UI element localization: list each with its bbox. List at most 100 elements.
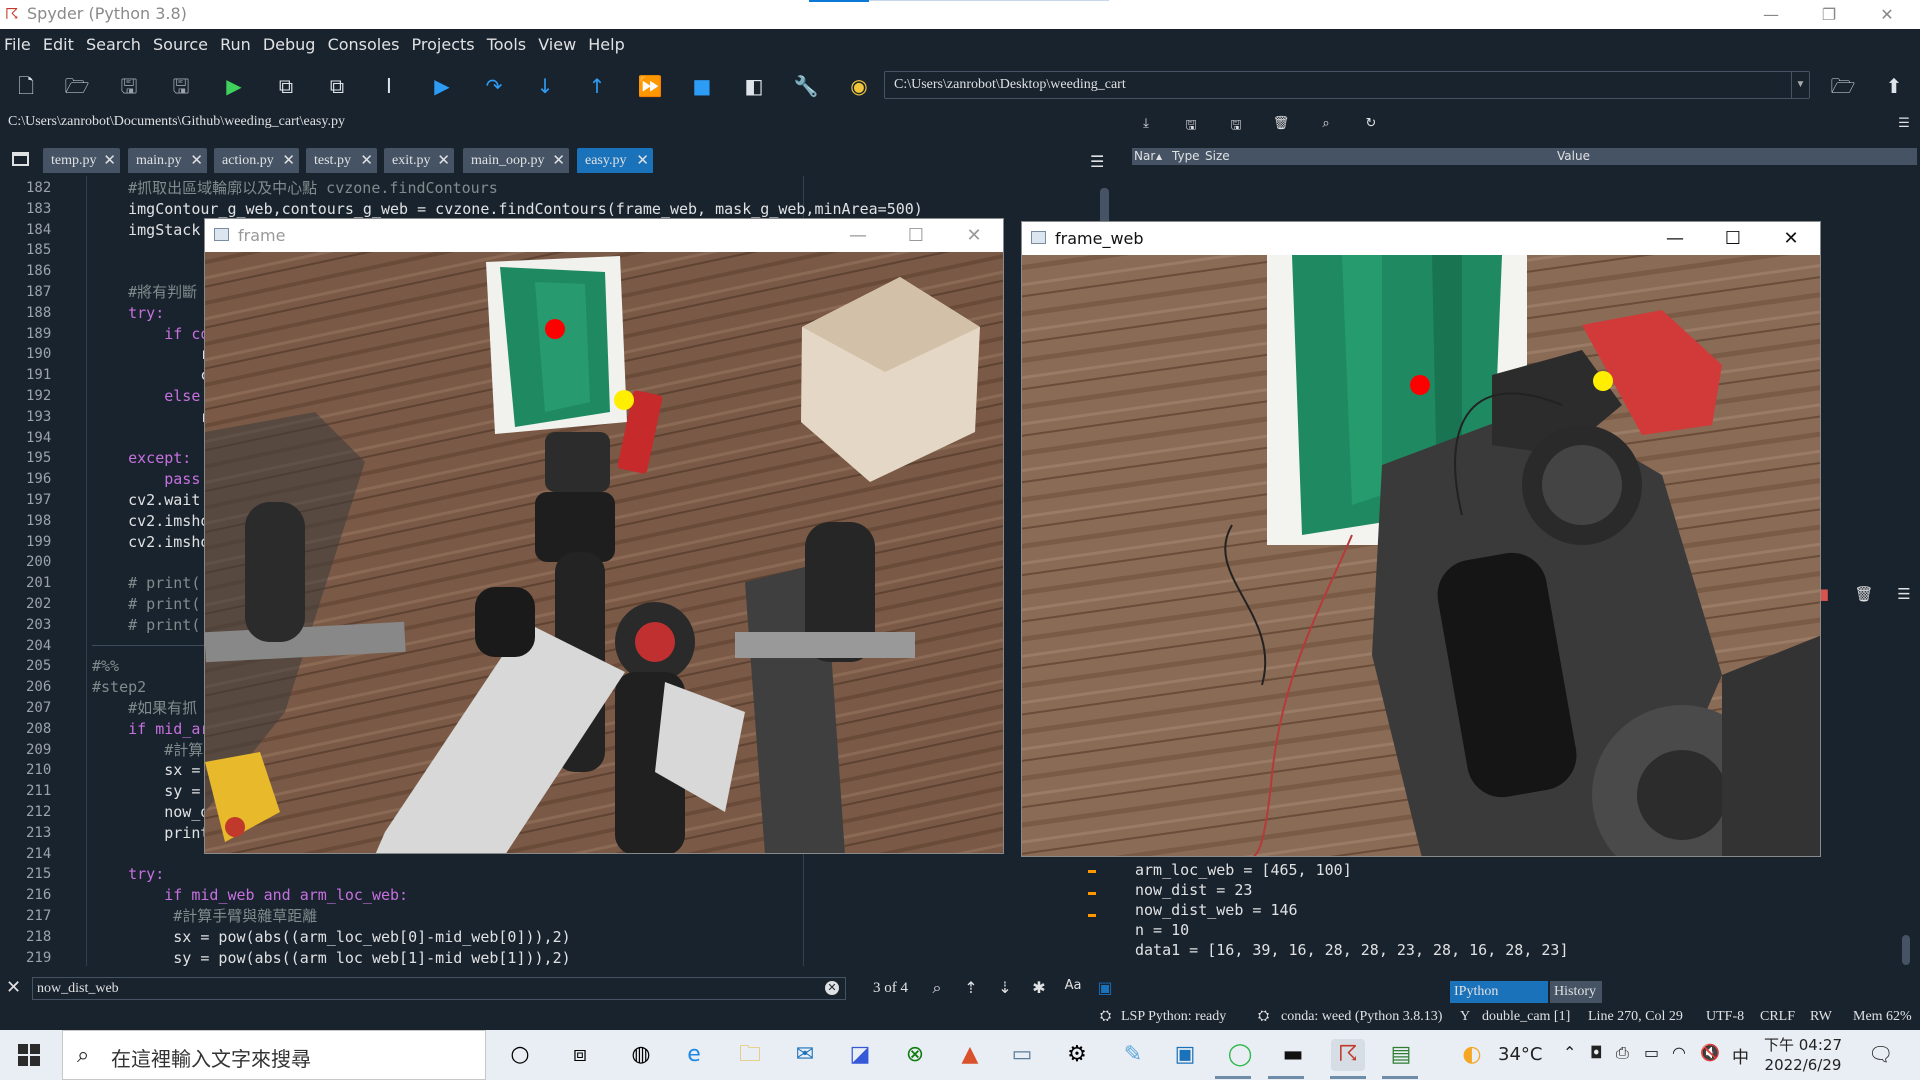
open-file-icon[interactable]: 🗁 — [63, 72, 91, 100]
app-window-icon[interactable]: ▣ — [1168, 1039, 1202, 1071]
scroll-thumb[interactable] — [1902, 935, 1910, 965]
case-sensitive-button[interactable]: Aa — [1062, 978, 1084, 1000]
matlab-icon[interactable]: ▲ — [953, 1039, 987, 1071]
find-input[interactable]: now_dist_web ✕ — [32, 977, 846, 1000]
taskbar-search-box[interactable]: ⌕ 在這裡輸入文字來搜尋 — [62, 1030, 486, 1080]
warning-marker[interactable] — [1088, 870, 1096, 873]
save-data-as-icon[interactable]: 🖫 — [1226, 116, 1246, 136]
debug-step-icon[interactable]: ↷ — [480, 72, 508, 100]
editor-options-menu-icon[interactable]: ☰ — [1090, 152, 1106, 171]
spyder-taskbar-icon[interactable]: ☈ — [1331, 1039, 1365, 1071]
menu-help[interactable]: Help — [584, 29, 627, 54]
warning-marker[interactable] — [1088, 892, 1096, 895]
settings-gear-icon[interactable]: ⚙ — [1060, 1039, 1094, 1071]
cortana-icon[interactable]: ○ — [503, 1039, 537, 1071]
edge-browser-icon[interactable]: e — [677, 1039, 711, 1071]
close-tab-icon[interactable]: ✕ — [282, 148, 295, 173]
clear-icon[interactable]: ✕ — [825, 981, 839, 995]
tab-test-py[interactable]: test.py ✕ — [306, 148, 377, 173]
camera-image[interactable] — [205, 252, 1003, 853]
column-size[interactable]: Size — [1205, 148, 1230, 165]
show-hidden-icons-icon[interactable]: ⌃ — [1563, 1043, 1576, 1062]
anaconda-icon[interactable]: ◯ — [1223, 1039, 1257, 1071]
tab-temp-py[interactable]: temp.py ✕ — [43, 148, 120, 173]
battery-icon[interactable]: ▭ — [1644, 1043, 1659, 1062]
camera-icon[interactable]: ◘ — [1590, 1043, 1603, 1062]
column-value[interactable]: Value — [1557, 148, 1590, 165]
new-file-icon[interactable]: 🗋 — [12, 72, 40, 100]
task-view-icon[interactable]: ⧈ — [563, 1039, 597, 1071]
preferences-wrench-icon[interactable]: 🔧 — [792, 72, 820, 100]
search-variables-icon[interactable]: ⌕ — [1316, 116, 1336, 136]
regex-icon[interactable]: ✱ — [1028, 978, 1050, 1000]
menu-view[interactable]: View — [534, 29, 579, 54]
xbox-icon[interactable]: ⊗ — [898, 1039, 932, 1071]
console-options-icon[interactable]: ☰ — [1894, 585, 1914, 605]
run-selection-icon[interactable]: I — [375, 72, 403, 100]
column-type[interactable]: Type — [1172, 148, 1200, 165]
run-cell-icon[interactable]: ⧉ — [272, 72, 300, 100]
weather-temperature[interactable]: 34°C — [1498, 1044, 1542, 1065]
column-name[interactable]: Nar — [1134, 148, 1155, 165]
minimize-icon[interactable]: — — [829, 219, 887, 252]
find-next-icon[interactable]: ⇣ — [994, 978, 1016, 1000]
minimize-icon[interactable]: — — [1646, 222, 1704, 255]
close-tab-icon[interactable]: ✕ — [190, 148, 203, 173]
save-data-icon[interactable]: 🖫 — [1181, 116, 1201, 136]
mail-icon[interactable]: ✉ — [788, 1039, 822, 1071]
python-path-icon[interactable]: ◉ — [845, 72, 873, 100]
obs-studio-icon[interactable]: ◍ — [624, 1039, 658, 1071]
whole-word-icon[interactable]: ▣ — [1094, 978, 1116, 1000]
save-icon[interactable]: 🖫 — [115, 72, 143, 100]
remove-variables-icon[interactable]: 🗑 — [1854, 585, 1874, 605]
close-tab-icon[interactable]: ✕ — [437, 148, 450, 173]
parent-directory-icon[interactable]: ⬆ — [1880, 72, 1908, 100]
terminal-icon[interactable]: ▬ — [1276, 1039, 1310, 1071]
lsp-status[interactable]: LSP Python: ready — [1121, 1009, 1226, 1025]
menu-projects[interactable]: Projects — [408, 29, 478, 54]
close-tab-icon[interactable]: ✕ — [103, 148, 116, 173]
menu-consoles[interactable]: Consoles — [324, 29, 403, 54]
working-directory-combo[interactable]: C:\Users\zanrobot\Desktop\weeding_cart ▼ — [884, 71, 1810, 99]
taskbar-clock[interactable]: 下午 04:27 2022/6/29 — [1758, 1035, 1848, 1075]
tab-main-py[interactable]: main.py ✕ — [128, 148, 207, 173]
find-previous-icon[interactable]: ⇡ — [960, 978, 982, 1000]
refresh-icon[interactable]: ↻ — [1361, 116, 1381, 136]
close-find-icon[interactable]: ✕ — [6, 977, 21, 998]
menu-file[interactable]: File — [0, 29, 34, 54]
continue-icon[interactable]: ⏩ — [636, 72, 664, 100]
save-all-icon[interactable]: 🖫 — [167, 72, 195, 100]
tab-action-py[interactable]: action.py ✕ — [214, 148, 299, 173]
close-icon[interactable]: ✕ — [945, 219, 1003, 252]
close-icon[interactable]: ✕ — [1858, 0, 1916, 29]
opencv-window-icon[interactable]: ▤ — [1384, 1039, 1418, 1071]
browse-tabs-icon[interactable] — [12, 152, 29, 166]
maximize-pane-icon[interactable]: ◧ — [740, 72, 768, 100]
find-all-icon[interactable]: ⌕ — [926, 978, 948, 1000]
step-into-icon[interactable]: ↓ — [531, 72, 559, 100]
console-scrollbar[interactable] — [1900, 625, 1912, 965]
menu-run[interactable]: Run — [216, 29, 254, 54]
close-tab-icon[interactable]: ✕ — [360, 148, 373, 173]
menu-debug[interactable]: Debug — [259, 29, 319, 54]
weather-icon[interactable]: ◐ — [1455, 1039, 1489, 1071]
tab-easy-py[interactable]: easy.py ✕ — [577, 148, 653, 173]
restore-icon[interactable]: ❐ — [1800, 0, 1858, 29]
warning-marker[interactable] — [1088, 914, 1096, 917]
tab-ipython-console[interactable]: IPython console — [1450, 981, 1548, 1021]
chevron-down-icon[interactable]: ▼ — [1791, 72, 1809, 98]
tab-exit-py[interactable]: exit.py ✕ — [384, 148, 454, 173]
minimize-icon[interactable]: — — [1742, 0, 1800, 29]
tab-main-oop-py[interactable]: main_oop.py ✕ — [463, 148, 569, 173]
ipython-console[interactable]: arm_loc_web = [465, 100] now_dist = 23 n… — [1128, 860, 1900, 960]
menu-tools[interactable]: Tools — [483, 29, 529, 54]
stop-debug-icon[interactable]: ■ — [688, 72, 716, 100]
notifications-icon[interactable]: 🗨 — [1868, 1042, 1893, 1066]
action-icon[interactable]: ⎙ — [1616, 1043, 1629, 1063]
run-cell-advance-icon[interactable]: ⧉ — [323, 72, 351, 100]
tab-history[interactable]: History — [1550, 981, 1602, 1003]
menu-source[interactable]: Source — [149, 29, 211, 54]
debug-file-icon[interactable]: ▶ — [428, 72, 456, 100]
import-data-icon[interactable]: ⤓ — [1136, 116, 1156, 136]
input-method-indicator[interactable]: 中 — [1732, 1043, 1749, 1068]
